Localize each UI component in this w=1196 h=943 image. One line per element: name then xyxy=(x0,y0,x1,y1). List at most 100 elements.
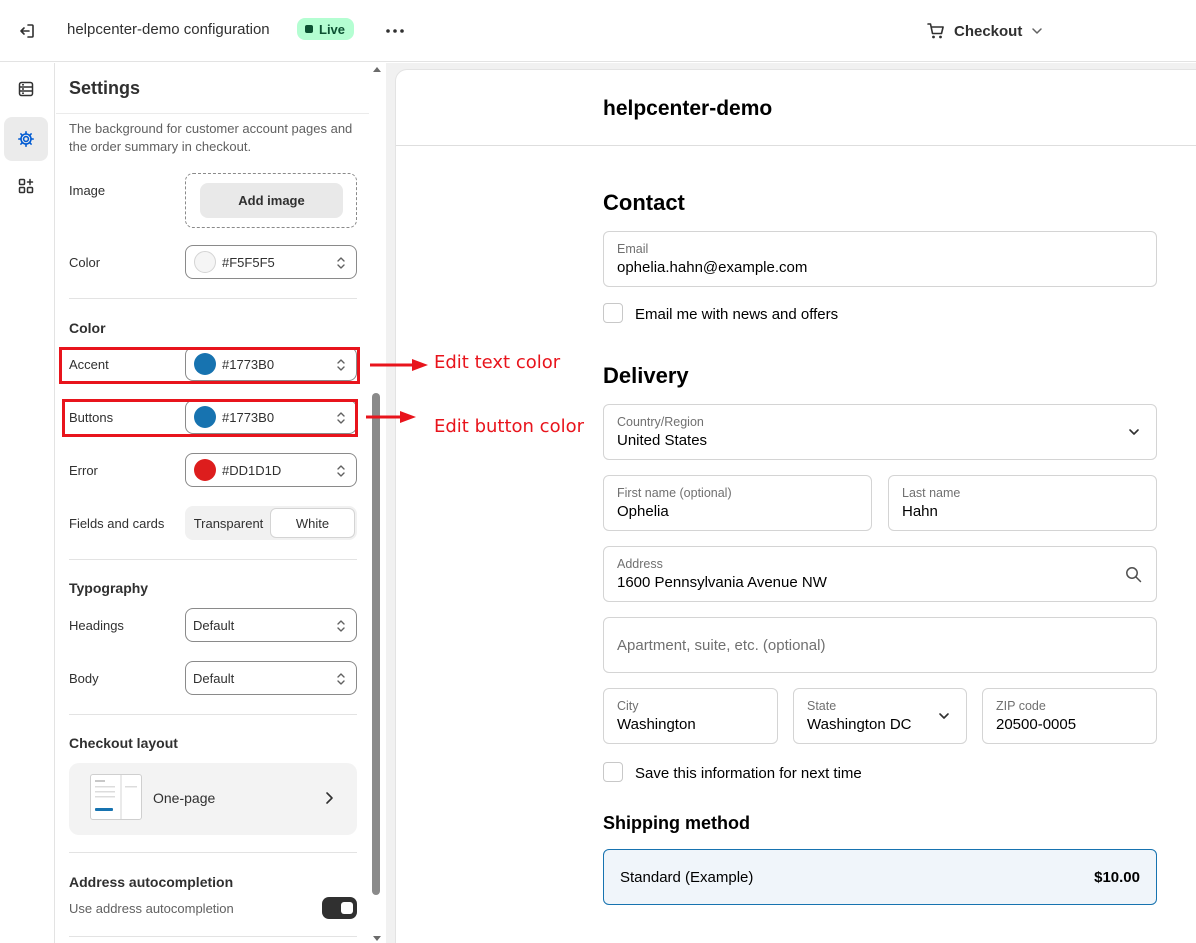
country-label: Country/Region xyxy=(617,415,704,429)
background-description: The background for customer account page… xyxy=(69,121,353,154)
error-color-picker[interactable]: #DD1D1D xyxy=(185,453,357,487)
country-select[interactable]: Country/Region United States xyxy=(603,404,1157,460)
accent-annotation: Edit text color xyxy=(434,352,561,373)
chevron-down-icon xyxy=(1129,429,1139,435)
address-autocompletion-heading: Address autocompletion xyxy=(69,874,234,890)
city-value: Washington xyxy=(617,716,696,733)
state-label: State xyxy=(807,699,837,713)
last-name-field[interactable]: Last name Hahn xyxy=(888,475,1157,531)
news-checkbox-label: Email me with news and offers xyxy=(635,306,839,323)
email-field[interactable]: Email ophelia.hahn@example.com xyxy=(603,231,1157,287)
last-name-label: Last name xyxy=(902,486,961,500)
apps-icon xyxy=(18,178,34,194)
apartment-field[interactable]: Apartment, suite, etc. (optional) xyxy=(603,617,1157,673)
option-transparent[interactable]: Transparent xyxy=(187,508,270,538)
apartment-placeholder: Apartment, suite, etc. (optional) xyxy=(617,637,826,654)
save-info-checkbox-label: Save this information for next time xyxy=(635,765,862,782)
country-value: United States xyxy=(617,432,708,449)
search-icon xyxy=(1126,567,1142,583)
image-label: Image xyxy=(69,183,106,198)
gear-icon xyxy=(18,131,34,147)
fields-and-cards-label: Fields and cards xyxy=(69,516,165,531)
more-icon xyxy=(386,29,404,33)
checkout-layout-heading: Checkout layout xyxy=(69,735,178,751)
sections-icon xyxy=(18,81,34,97)
select-updown-icon xyxy=(337,465,345,477)
cart-icon xyxy=(927,23,944,39)
option-white[interactable]: White xyxy=(270,508,355,538)
image-dropzone[interactable]: Add image xyxy=(185,173,357,228)
shipping-method-heading: Shipping method xyxy=(603,813,750,833)
divider xyxy=(396,145,1196,146)
address-field[interactable]: Address 1600 Pennsylvania Avenue NW xyxy=(603,546,1157,602)
scroll-down-arrow-icon[interactable] xyxy=(372,935,382,942)
state-select[interactable]: State Washington DC xyxy=(793,688,967,744)
checkout-layout-card[interactable]: One-page xyxy=(69,763,357,835)
select-updown-icon xyxy=(337,620,345,632)
chevron-right-icon xyxy=(326,792,333,804)
accent-arrow-icon xyxy=(370,359,428,371)
store-name: helpcenter-demo xyxy=(603,97,773,120)
body-font-select[interactable]: Default xyxy=(185,661,357,695)
headings-font-label: Headings xyxy=(69,618,124,633)
side-rail xyxy=(0,63,55,943)
news-checkbox[interactable] xyxy=(603,303,623,323)
scroll-up-arrow-icon[interactable] xyxy=(372,66,382,73)
rail-item-settings[interactable] xyxy=(4,117,48,161)
page-selector[interactable]: Checkout xyxy=(926,19,1044,43)
headings-font-value: Default xyxy=(193,617,235,633)
color-swatch xyxy=(194,459,216,481)
error-color-value: #DD1D1D xyxy=(222,462,282,478)
zip-label: ZIP code xyxy=(996,699,1046,713)
address-autocompletion-label: Use address autocompletion xyxy=(69,901,234,916)
last-name-value: Hahn xyxy=(902,503,938,520)
fields-and-cards-toggle: Transparent White xyxy=(185,506,357,540)
top-bar: helpcenter-demo configuration Live Check… xyxy=(0,0,1196,62)
chevron-down-icon xyxy=(1032,28,1043,34)
color-swatch xyxy=(194,251,216,273)
city-field[interactable]: City Washington xyxy=(603,688,778,744)
address-autocompletion-toggle[interactable] xyxy=(322,897,357,919)
contact-heading: Contact xyxy=(603,190,685,215)
panel-scrollbar-thumb[interactable] xyxy=(372,393,380,895)
save-info-checkbox[interactable] xyxy=(603,762,623,782)
status-badge: Live xyxy=(297,18,355,40)
body-font-value: Default xyxy=(193,670,235,686)
email-value: ophelia.hahn@example.com xyxy=(617,259,808,276)
accent-highlight-box xyxy=(59,347,360,384)
headings-font-select[interactable]: Default xyxy=(185,608,357,642)
app-title: helpcenter-demo configuration xyxy=(67,21,270,38)
rail-item-sections[interactable] xyxy=(4,67,48,111)
city-label: City xyxy=(617,699,639,713)
error-label: Error xyxy=(69,463,98,478)
one-page-layout-thumbnail xyxy=(90,774,142,820)
divider xyxy=(69,298,357,299)
page-selector-label: Checkout xyxy=(954,22,1023,40)
select-updown-icon xyxy=(337,673,345,685)
chevron-down-icon xyxy=(939,713,949,719)
zip-value: 20500-0005 xyxy=(996,716,1077,733)
checkout-preview: helpcenter-demo Contact Email ophelia.ha… xyxy=(395,69,1196,943)
buttons-highlight-box xyxy=(62,399,358,437)
background-color-label: Color xyxy=(69,255,101,270)
add-image-button[interactable]: Add image xyxy=(200,183,343,218)
shipping-option[interactable]: Standard (Example) $10.00 xyxy=(603,849,1157,905)
first-name-label: First name (optional) xyxy=(617,486,732,500)
background-color-value: #F5F5F5 xyxy=(222,254,275,270)
email-label: Email xyxy=(617,242,649,256)
settings-panel: Settings The background for customer acc… xyxy=(56,63,386,943)
divider xyxy=(56,113,370,114)
first-name-field[interactable]: First name (optional) Ophelia xyxy=(603,475,872,531)
rail-item-apps[interactable] xyxy=(4,164,48,208)
checkout-layout-value: One-page xyxy=(153,790,216,806)
exit-button[interactable] xyxy=(14,18,40,44)
zip-field[interactable]: ZIP code 20500-0005 xyxy=(982,688,1157,744)
background-color-picker[interactable]: #F5F5F5 xyxy=(185,245,357,279)
more-actions-button[interactable] xyxy=(380,18,410,44)
divider xyxy=(69,936,357,937)
buttons-arrow-icon xyxy=(366,411,416,423)
panel-title: Settings xyxy=(69,78,141,98)
shipping-option-price: $10.00 xyxy=(1094,869,1140,886)
toggle-knob xyxy=(341,902,353,914)
divider xyxy=(69,714,357,715)
